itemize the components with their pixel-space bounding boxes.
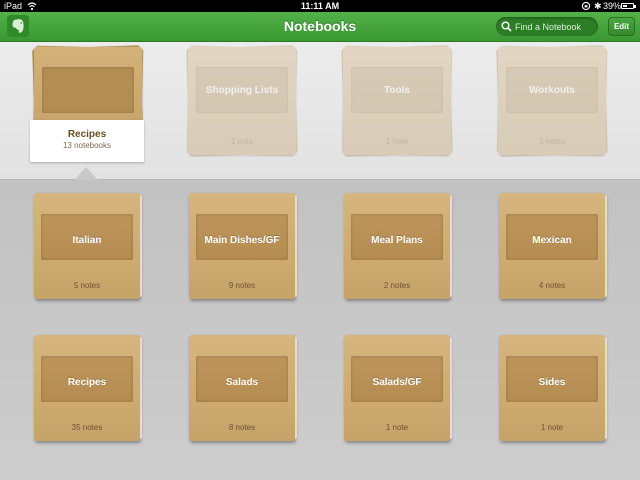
notebook-note-count: 2 notes xyxy=(383,281,411,290)
stack-count: 3 notes xyxy=(538,137,566,146)
notebook-main-dishes-gf[interactable]: Main Dishes/GF 9 notes xyxy=(189,193,297,299)
notebook-name: Salads/GF xyxy=(372,377,422,388)
notebook-note-count: 8 notes xyxy=(228,423,256,432)
notebook-name: Salads xyxy=(225,377,259,388)
notebook-italian[interactable]: Italian 5 notes xyxy=(34,193,142,299)
battery-percent: 39% xyxy=(603,1,622,11)
notebook-note-count: 5 notes xyxy=(73,281,101,290)
stack-tools[interactable]: Tools 1 note xyxy=(341,45,453,157)
battery-icon xyxy=(621,3,636,9)
stack-count: 1 note xyxy=(385,137,409,146)
notebook-note-count: 9 notes xyxy=(228,281,256,290)
notebook-name: Main Dishes/GF xyxy=(204,235,280,246)
stacks-row: Recipes13 notebooksShopping Lists1 noteT… xyxy=(0,42,640,180)
selected-stack-pointer xyxy=(74,167,98,180)
search-input[interactable] xyxy=(515,17,595,36)
selected-stack-count: 13 notebooks xyxy=(62,141,112,150)
notebook-name: Sides xyxy=(538,377,566,388)
notebook-note-count: 1 note xyxy=(540,423,564,432)
notebook-name: Italian xyxy=(72,235,102,246)
stack-name: Workouts xyxy=(529,85,575,96)
edit-button[interactable]: Edit xyxy=(608,17,635,36)
selected-stack-name: Recipes xyxy=(67,129,107,140)
stack-name: Shopping Lists xyxy=(205,85,279,96)
notebook-salads-gf[interactable]: Salads/GF 1 note xyxy=(344,335,452,441)
search-field[interactable] xyxy=(496,17,598,36)
notebook-grid: Italian 5 notes Main Dishes/GF 9 notes Meal … xyxy=(0,180,640,480)
selected-stack-label[interactable]: Recipes 13 notebooks xyxy=(30,120,144,162)
notebook-mexican[interactable]: Mexican 4 notes xyxy=(499,193,607,299)
status-time: 11:11 AM xyxy=(300,1,340,11)
stack-label-plate xyxy=(42,67,134,113)
stack-name: Tools xyxy=(384,85,410,96)
notebook-meal-plans[interactable]: Meal Plans 2 notes xyxy=(344,193,452,299)
status-bar: iPad 11:11 AM ✱ 39% xyxy=(0,0,640,12)
notebook-note-count: 35 notes xyxy=(71,423,103,432)
notebook-recipes[interactable]: Recipes 35 notes xyxy=(34,335,142,441)
stack-shopping-lists[interactable]: Shopping Lists 1 note xyxy=(186,45,298,157)
stack-count: 1 note xyxy=(230,137,254,146)
notebook-sides[interactable]: Sides 1 note xyxy=(499,335,607,441)
notebook-note-count: 1 note xyxy=(385,423,409,432)
notebook-salads[interactable]: Salads 8 notes xyxy=(189,335,297,441)
notebook-note-count: 4 notes xyxy=(538,281,566,290)
notebook-name: Mexican xyxy=(532,235,572,246)
search-icon xyxy=(501,21,512,32)
bluetooth-icon: ✱ xyxy=(594,1,602,11)
rotation-lock-icon xyxy=(581,1,591,11)
nav-bar: Notebooks Edit xyxy=(0,12,640,42)
notebook-name: Meal Plans xyxy=(371,235,423,246)
stack-workouts[interactable]: Workouts 3 notes xyxy=(496,45,608,157)
notebook-name: Recipes xyxy=(67,377,107,388)
